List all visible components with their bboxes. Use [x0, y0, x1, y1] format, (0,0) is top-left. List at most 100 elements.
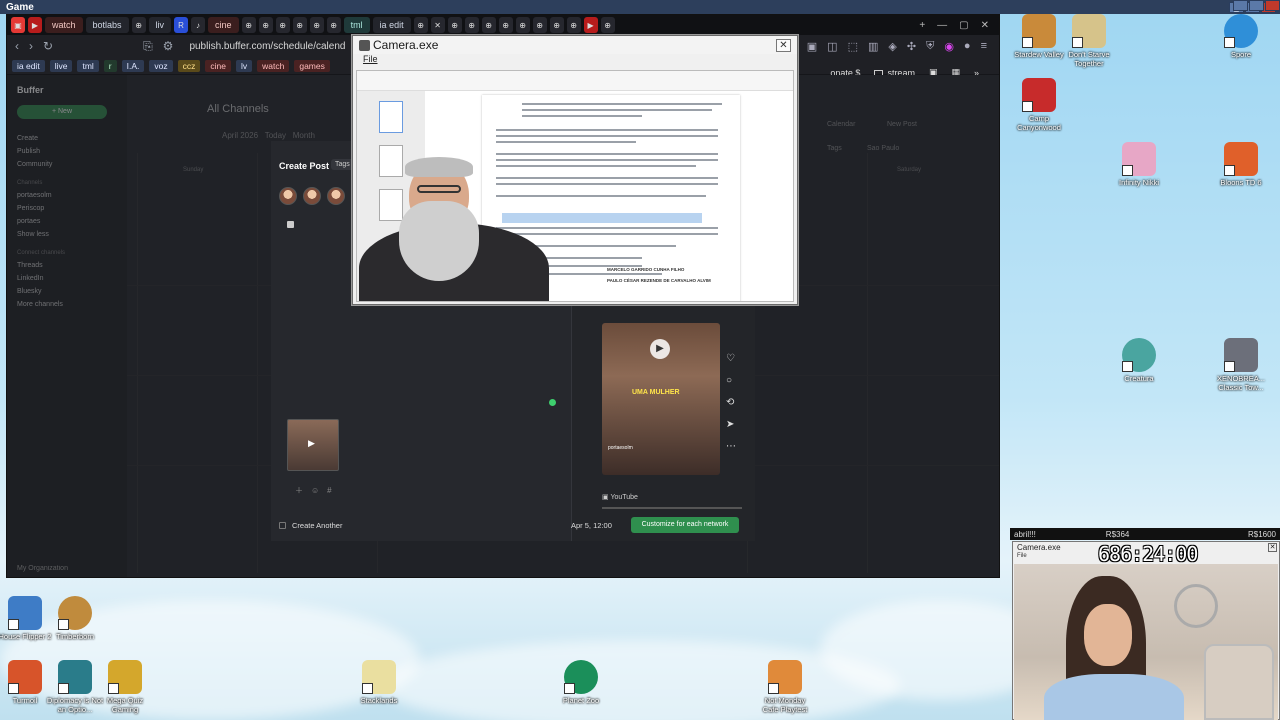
composer-field[interactable]: [287, 221, 294, 228]
sidebar-icon[interactable]: ▥: [868, 40, 878, 53]
close-tab-icon[interactable]: ✕: [430, 17, 445, 33]
close-icon[interactable]: ✕: [776, 38, 791, 52]
extension-icon[interactable]: ◫: [827, 40, 837, 53]
tab-icon[interactable]: ⊕: [515, 17, 530, 33]
tab-ia-edit[interactable]: ia edit: [372, 17, 411, 33]
tab-icon[interactable]: ⊕: [549, 17, 564, 33]
schedule-date-button[interactable]: Apr 5, 12:00: [571, 521, 612, 530]
tags-button[interactable]: Tags: [331, 159, 354, 170]
tiktok-icon[interactable]: ♪: [191, 17, 206, 33]
tab-icon[interactable]: ⊕: [447, 17, 462, 33]
tab-icon[interactable]: ⊕: [258, 17, 273, 33]
tab-r[interactable]: R: [174, 17, 189, 33]
tab-icon[interactable]: ⊕: [309, 17, 324, 33]
tab-icon[interactable]: ⊕: [326, 17, 341, 33]
extension-icon[interactable]: ◉: [944, 40, 954, 53]
tab-icon[interactable]: ⊕: [292, 17, 307, 33]
media-thumbnail[interactable]: [287, 419, 339, 471]
desktop-icon-planet-zoo[interactable]: Planet Zoo: [552, 660, 610, 705]
tab-icon[interactable]: ▶: [583, 17, 598, 33]
youtube-icon[interactable]: ▶: [28, 17, 42, 33]
emoji-icon[interactable]: ☺: [311, 486, 327, 495]
new-button[interactable]: + New: [17, 105, 107, 119]
connect-item[interactable]: Threads: [17, 262, 117, 269]
tab-icon[interactable]: ⊕: [275, 17, 290, 33]
camera-title-bar[interactable]: Camera.exe ✕: [353, 36, 797, 54]
connect-item[interactable]: More channels: [17, 301, 117, 308]
today-button[interactable]: Today: [265, 131, 286, 140]
sidebar-item-community[interactable]: Community: [17, 161, 117, 168]
new-post-button[interactable]: New Post: [887, 121, 917, 128]
channel-avatar[interactable]: [327, 187, 345, 205]
bookmark-voz[interactable]: voz: [149, 59, 173, 72]
desktop-icon-infinity-nikki[interactable]: Infinity Nikki: [1110, 142, 1168, 187]
bookmark-cine[interactable]: cine: [205, 59, 231, 72]
bookmark-watch[interactable]: watch: [257, 59, 290, 72]
tab-botlabs[interactable]: botlabs: [85, 17, 129, 33]
tab-liv[interactable]: liv: [148, 17, 172, 33]
desktop-icon-stacklands[interactable]: Stacklands: [350, 660, 408, 705]
bookmark-r[interactable]: r: [103, 59, 117, 72]
tab-icon[interactable]: ⊕: [464, 17, 479, 33]
extension-icon[interactable]: ⬚: [848, 40, 858, 53]
desktop-icon-camp-canyonwood[interactable]: Camp Canyonwood: [1010, 78, 1068, 132]
add-icon[interactable]: ＋: [295, 486, 311, 495]
desktop-icon-spore[interactable]: Spore: [1212, 14, 1270, 59]
bookmark-ia[interactable]: I.A.: [121, 59, 145, 72]
customize-button[interactable]: Customize for each network: [631, 517, 739, 533]
tab-icon[interactable]: ⊕: [600, 17, 615, 33]
tab-icon[interactable]: ⊕: [498, 17, 513, 33]
tab-cine[interactable]: cine: [208, 17, 239, 33]
extension-icon[interactable]: ▣: [807, 40, 817, 53]
minimize-button[interactable]: [1233, 0, 1248, 11]
tab-watch[interactable]: watch: [45, 17, 83, 33]
connect-item[interactable]: LinkedIn: [17, 275, 117, 282]
timezone-select[interactable]: Sao Paulo: [867, 145, 899, 152]
channel-item[interactable]: portaesolm: [17, 192, 117, 199]
channel-item[interactable]: Periscop: [17, 205, 117, 212]
desktop-icon-timberborn[interactable]: Timberborn: [46, 596, 104, 641]
create-another-checkbox[interactable]: Create Another: [279, 521, 342, 530]
close-button[interactable]: [1265, 0, 1280, 11]
bookmark-lv[interactable]: lv: [235, 59, 253, 72]
menu-file[interactable]: File: [353, 54, 797, 68]
bookmark-tml[interactable]: tml: [77, 59, 99, 72]
bookmark-icon[interactable]: ⎘: [143, 39, 153, 54]
bookmark-games[interactable]: games: [294, 59, 330, 72]
forward-icon[interactable]: ›: [29, 39, 33, 53]
desktop-icon-creatura[interactable]: Creatura: [1110, 338, 1168, 383]
desktop-icon-bloons-td6[interactable]: Bloons TD 6: [1212, 142, 1270, 187]
puzzle-icon[interactable]: ✣: [907, 40, 916, 53]
sidebar-item-publish[interactable]: Publish: [17, 148, 117, 155]
shield-icon[interactable]: ⛨: [926, 40, 934, 53]
show-less-link[interactable]: Show less: [17, 231, 117, 238]
desktop-icon-dont-starve[interactable]: Don't Starve Together: [1060, 14, 1118, 68]
site-settings-icon[interactable]: ⚙: [163, 39, 174, 53]
tab-icon[interactable]: ⊕: [131, 17, 146, 33]
tags-filter[interactable]: Tags: [827, 145, 842, 152]
desktop-icon-mega-quiz[interactable]: Mega Quiz Gaming: [96, 660, 154, 714]
profile-icon[interactable]: ●: [964, 40, 971, 53]
browser-close-button[interactable]: ✕: [981, 20, 989, 31]
reload-icon[interactable]: ↻: [43, 39, 53, 53]
calendar-tab[interactable]: Calendar: [827, 121, 855, 128]
video-preview[interactable]: ▶ UMA MULHER portaesolm: [602, 323, 720, 475]
bookmark-live[interactable]: live: [49, 59, 73, 72]
tab-icon[interactable]: ⊕: [566, 17, 581, 33]
tab-icon[interactable]: ⊕: [481, 17, 496, 33]
bookmark-ia-edit[interactable]: ia edit: [12, 59, 45, 72]
menu-icon[interactable]: ≡: [981, 40, 987, 53]
preview-scrollbar[interactable]: [602, 507, 742, 509]
organization-label[interactable]: My Organization: [17, 565, 68, 572]
desktop-icon-not-monday-cafe[interactable]: Not Monday Cafe Playtest: [756, 660, 814, 714]
close-icon[interactable]: ✕: [1268, 543, 1277, 552]
connect-item[interactable]: Bluesky: [17, 288, 117, 295]
new-tab-button[interactable]: +: [919, 20, 925, 31]
channel-avatar[interactable]: [303, 187, 321, 205]
tab-icon[interactable]: ⊕: [532, 17, 547, 33]
sidebar-item-create[interactable]: Create: [17, 135, 117, 142]
desktop-icon-xenobrea[interactable]: XENOBREA... Classic Tow...: [1212, 338, 1270, 392]
tab-tml[interactable]: tml: [343, 17, 370, 33]
channel-item[interactable]: portaes: [17, 218, 117, 225]
restore-button[interactable]: [1249, 0, 1264, 11]
